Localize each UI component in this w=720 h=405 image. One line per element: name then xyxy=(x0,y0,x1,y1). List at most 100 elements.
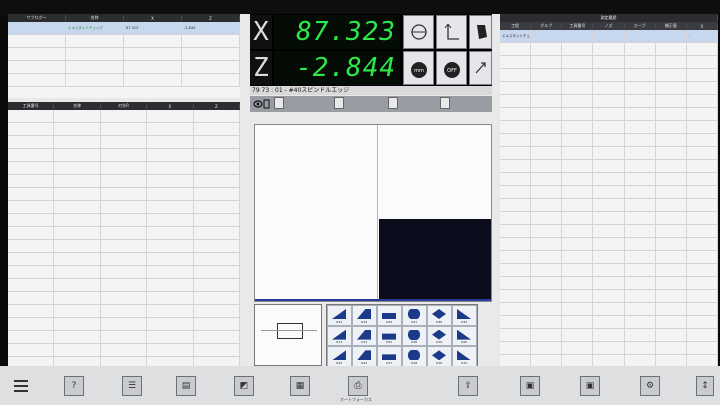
col-header[interactable]: 工程 xyxy=(500,23,532,29)
col-header[interactable]: Z xyxy=(194,103,241,109)
off-toggle-button[interactable]: OFF xyxy=(436,51,467,85)
circle-target-button[interactable] xyxy=(403,15,434,49)
database-settings-button[interactable]: ▣ xyxy=(580,376,600,396)
tool-profile-button[interactable]: O16 xyxy=(427,346,452,367)
table-row[interactable] xyxy=(500,82,718,95)
tool-profile-button[interactable]: O34 xyxy=(452,305,477,326)
table-row[interactable] xyxy=(8,266,241,279)
col-header[interactable]: Z xyxy=(182,15,240,21)
view-tab[interactable] xyxy=(274,97,284,109)
table-row[interactable] xyxy=(500,290,718,303)
tool-profile-button[interactable]: O24 xyxy=(352,346,377,367)
table-row[interactable] xyxy=(500,264,718,277)
col-header[interactable]: 名称 xyxy=(66,15,124,21)
tool-profile-button[interactable]: O13 xyxy=(327,325,352,347)
tool-profile-button[interactable]: O14 xyxy=(352,305,377,326)
tool-profile-button[interactable]: O20 xyxy=(452,325,477,347)
tool-profile-button[interactable]: O21 xyxy=(402,305,427,326)
tool-profile-button[interactable]: O11 xyxy=(352,325,377,347)
col-header[interactable]: サブログー xyxy=(8,15,66,21)
col-header[interactable]: カーブ xyxy=(625,23,656,29)
table-row[interactable] xyxy=(8,227,241,240)
tool-profile-button[interactable]: O31 xyxy=(377,325,402,347)
table-row[interactable] xyxy=(500,186,718,199)
expand-button[interactable] xyxy=(469,51,492,85)
menu-icon[interactable] xyxy=(14,378,28,392)
col-header[interactable]: 刃先R xyxy=(101,103,148,109)
table-row[interactable] xyxy=(8,331,241,344)
table-row[interactable] xyxy=(500,121,718,134)
table-row[interactable] xyxy=(8,253,241,266)
table-row[interactable] xyxy=(8,123,241,136)
table-row[interactable] xyxy=(500,303,718,316)
tool-profile-button[interactable]: O19 xyxy=(427,325,452,347)
table-row[interactable] xyxy=(8,175,241,188)
table-row[interactable] xyxy=(500,95,718,108)
col-header[interactable]: 補正値 xyxy=(656,23,687,29)
table-row[interactable] xyxy=(500,212,718,225)
list-button[interactable]: ☰ xyxy=(122,376,142,396)
help-button[interactable]: ? xyxy=(64,376,84,396)
table-row[interactable] xyxy=(500,56,718,69)
table-row[interactable] xyxy=(500,238,718,251)
table-row[interactable] xyxy=(500,199,718,212)
view-tab[interactable] xyxy=(334,97,344,109)
table-row[interactable] xyxy=(8,110,241,123)
capture-button[interactable]: ◩ xyxy=(234,376,254,396)
measurement-viewport[interactable] xyxy=(254,124,492,302)
export-button[interactable]: ⇪ xyxy=(458,376,478,396)
col-header[interactable]: 工具番号 xyxy=(562,23,594,29)
table-row[interactable] xyxy=(8,162,241,175)
tool-profile-button[interactable]: O15 xyxy=(452,346,477,367)
table-row[interactable] xyxy=(500,329,718,342)
col-header[interactable]: グルプ xyxy=(531,23,563,29)
table-row[interactable] xyxy=(500,251,718,264)
table-row[interactable] xyxy=(500,160,718,173)
axis-corner-button[interactable] xyxy=(436,15,467,49)
col-header[interactable]: X xyxy=(147,103,194,109)
tool-profile-button[interactable]: O38 xyxy=(427,305,452,326)
table-row[interactable] xyxy=(8,61,240,74)
table-row[interactable] xyxy=(8,344,241,357)
table-row[interactable] xyxy=(8,35,240,48)
print-button[interactable]: ⎙ xyxy=(348,376,368,396)
table-row[interactable] xyxy=(8,279,241,292)
col-header[interactable]: X xyxy=(124,15,182,21)
table-row[interactable]: エキスタンドチェック 87.323 -2.844 xyxy=(8,22,240,35)
table-row[interactable] xyxy=(8,292,241,305)
table-row[interactable] xyxy=(500,342,718,355)
table-row[interactable] xyxy=(500,147,718,160)
col-header[interactable]: X xyxy=(687,23,718,29)
table-row[interactable] xyxy=(8,318,241,331)
table-row[interactable] xyxy=(500,134,718,147)
mm-toggle-button[interactable]: mm xyxy=(403,51,434,85)
tool-profile-button[interactable]: O12 xyxy=(327,305,352,326)
tool-profile-button[interactable]: O37 xyxy=(377,346,402,367)
table-row[interactable] xyxy=(500,108,718,121)
table-row[interactable] xyxy=(8,305,241,318)
table-row[interactable] xyxy=(500,43,718,56)
sort-button[interactable]: ↕ xyxy=(696,376,714,396)
table-row[interactable] xyxy=(500,225,718,238)
tool-profile-button[interactable]: O32 xyxy=(377,305,402,326)
tool-profile-button[interactable]: O22 xyxy=(327,346,352,367)
database-button[interactable]: ▣ xyxy=(520,376,540,396)
table-row[interactable] xyxy=(8,188,241,201)
tool-profile-button[interactable]: O36 xyxy=(402,325,427,347)
tool-profile-button[interactable]: O18 xyxy=(402,346,427,367)
hand-tool-button[interactable] xyxy=(469,15,492,49)
table-row[interactable] xyxy=(500,316,718,329)
table-row[interactable] xyxy=(8,136,241,149)
settings-button[interactable]: ⚙ xyxy=(640,376,660,396)
table-row[interactable]: エキスタンドチェック - xyxy=(500,30,718,43)
grid-button[interactable]: ▦ xyxy=(290,376,310,396)
col-header[interactable]: ノズ xyxy=(593,23,625,29)
table-row[interactable] xyxy=(8,201,241,214)
view-tab[interactable] xyxy=(440,97,450,109)
table-row[interactable] xyxy=(8,240,241,253)
table-row[interactable] xyxy=(8,214,241,227)
overview-panel[interactable] xyxy=(254,304,322,366)
view-toggle-icon[interactable] xyxy=(253,98,271,110)
table-row[interactable] xyxy=(8,48,240,61)
document-button[interactable]: ▤ xyxy=(176,376,196,396)
